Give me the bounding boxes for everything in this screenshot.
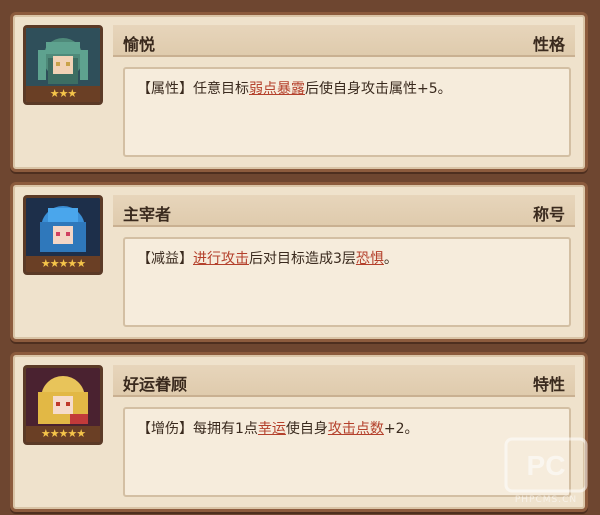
desc-text: 后对目标造成3层 xyxy=(249,251,356,267)
keyword-link[interactable]: 弱点暴露 xyxy=(249,81,305,97)
trait-card-personality[interactable]: ★★★ 愉悦 性格 【属性】任意目标弱点暴露后使自身攻击属性+5。 xyxy=(10,12,588,172)
card-header: 愉悦 性格 xyxy=(113,25,575,57)
desc-text: +2。 xyxy=(383,421,419,437)
trait-type-label: 称号 xyxy=(532,205,565,224)
desc-text: 使自身 xyxy=(285,421,328,437)
rarity-stars: ★★★★★ xyxy=(26,256,100,272)
keyword-link[interactable]: 进行攻击 xyxy=(193,251,249,267)
keyword-link[interactable]: 攻击点数 xyxy=(328,421,384,437)
keyword-link[interactable]: 幸运 xyxy=(258,421,286,437)
trait-description: 【属性】任意目标弱点暴露后使自身攻击属性+5。 xyxy=(123,67,571,157)
trait-type-label: 性格 xyxy=(532,35,565,54)
desc-text: 【属性】任意目标 xyxy=(137,81,249,97)
watermark-text: PHPCMS.CN xyxy=(514,495,578,505)
character-portrait: ★★★★★ xyxy=(23,365,103,445)
desc-text: 后使自身攻击属性+5。 xyxy=(305,81,452,97)
trait-type-label: 特性 xyxy=(532,375,565,394)
card-header: 主宰者 称号 xyxy=(113,195,575,227)
site-watermark: PC PHPCMS.CN xyxy=(504,437,588,505)
keyword-link[interactable]: 恐惧 xyxy=(356,251,384,267)
watermark-logo-icon: PC xyxy=(504,437,588,493)
trait-card-title[interactable]: ★★★★★ 主宰者 称号 【减益】进行攻击后对目标造成3层恐惧。 xyxy=(10,182,588,342)
trait-card-feature[interactable]: ★★★★★ 好运眷顾 特性 【增伤】每拥有1点幸运使自身攻击点数+2。 xyxy=(10,352,588,512)
desc-text: 【增伤】每拥有1点 xyxy=(137,421,258,437)
desc-text: 【减益】 xyxy=(137,251,193,267)
desc-text: 。 xyxy=(383,251,398,267)
trait-description: 【减益】进行攻击后对目标造成3层恐惧。 xyxy=(123,237,571,327)
rarity-stars: ★★★★★ xyxy=(26,426,100,442)
character-portrait: ★★★★★ xyxy=(23,195,103,275)
trait-name: 主宰者 xyxy=(123,205,172,224)
character-portrait: ★★★ xyxy=(23,25,103,105)
rarity-stars: ★★★ xyxy=(26,86,100,102)
trait-name: 愉悦 xyxy=(123,35,156,54)
card-header: 好运眷顾 特性 xyxy=(113,365,575,397)
trait-name: 好运眷顾 xyxy=(123,375,188,394)
watermark-logo-text: PC xyxy=(527,450,566,481)
